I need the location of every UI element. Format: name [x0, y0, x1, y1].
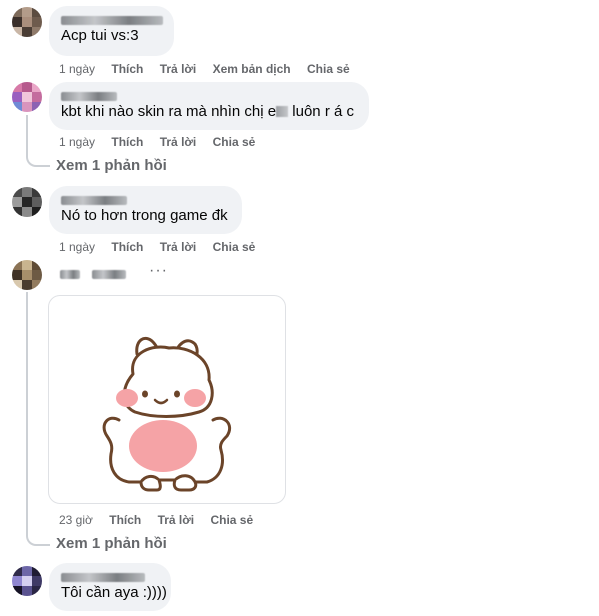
avatar[interactable]	[12, 82, 42, 112]
comment-actions: 1 ngày Thích Trả lời Chia sẻ	[59, 135, 268, 149]
reply-button[interactable]: Trả lời	[158, 513, 195, 527]
thread-line	[26, 115, 28, 153]
comment-text: Tôi cần aya :))))	[61, 584, 167, 601]
avatar[interactable]	[12, 7, 42, 37]
share-button[interactable]: Chia sẻ	[213, 135, 256, 149]
thread-connector	[26, 530, 50, 546]
sticker-container[interactable]	[48, 295, 286, 504]
comment-bubble: Tôi cần aya :))))	[49, 563, 171, 611]
avatar[interactable]	[12, 260, 42, 290]
reply-button[interactable]: Trả lời	[160, 240, 197, 254]
view-replies-link[interactable]: Xem 1 phản hồi	[56, 535, 167, 552]
reply-button[interactable]: Trả lời	[160, 62, 197, 76]
share-button[interactable]: Chia sẻ	[307, 62, 350, 76]
like-button[interactable]: Thích	[111, 62, 143, 76]
commenter-name[interactable]	[60, 268, 140, 280]
comment-actions: 23 giờ Thích Trả lời Chia sẻ	[59, 513, 266, 527]
like-button[interactable]: Thích	[111, 135, 143, 149]
commenter-name[interactable]	[61, 14, 163, 26]
timestamp[interactable]: 1 ngày	[59, 240, 95, 254]
share-button[interactable]: Chia sẻ	[210, 513, 253, 527]
timestamp[interactable]: 1 ngày	[59, 135, 95, 149]
share-button[interactable]: Chia sẻ	[213, 240, 256, 254]
commenter-name[interactable]	[61, 90, 357, 102]
view-replies-link[interactable]: Xem 1 phản hồi	[56, 157, 167, 174]
censored-text	[276, 106, 289, 117]
thread-line	[26, 292, 28, 530]
bunny-sticker	[102, 337, 232, 492]
timestamp[interactable]: 23 giờ	[59, 513, 93, 527]
comment-bubble: kbt khi nào skin ra mà nhìn chị e luôn r…	[49, 82, 369, 130]
commenter-name[interactable]	[61, 194, 230, 206]
comment-bubble: Nó to hơn trong game đk	[49, 186, 242, 234]
reply-button[interactable]: Trả lời	[160, 135, 197, 149]
like-button[interactable]: Thích	[109, 513, 141, 527]
comment-bubble: Acp tui vs:3	[49, 6, 174, 56]
more-options-button[interactable]: ···	[149, 262, 168, 280]
translate-button[interactable]: Xem bản dịch	[213, 62, 291, 76]
comment-actions: 1 ngày Thích Trả lời Xem bản dịch Chia s…	[59, 62, 363, 76]
like-button[interactable]: Thích	[111, 240, 143, 254]
avatar[interactable]	[12, 566, 42, 596]
commenter-name[interactable]	[61, 571, 159, 583]
comment-text: Nó to hơn trong game đk	[61, 207, 228, 224]
timestamp[interactable]: 1 ngày	[59, 62, 95, 76]
comment-actions: 1 ngày Thích Trả lời Chia sẻ	[59, 240, 268, 254]
comment-text: Acp tui vs:3	[61, 27, 139, 44]
thread-connector	[26, 151, 50, 167]
avatar[interactable]	[12, 187, 42, 217]
comment-text: kbt khi nào skin ra mà nhìn chị e luôn r…	[61, 103, 354, 120]
